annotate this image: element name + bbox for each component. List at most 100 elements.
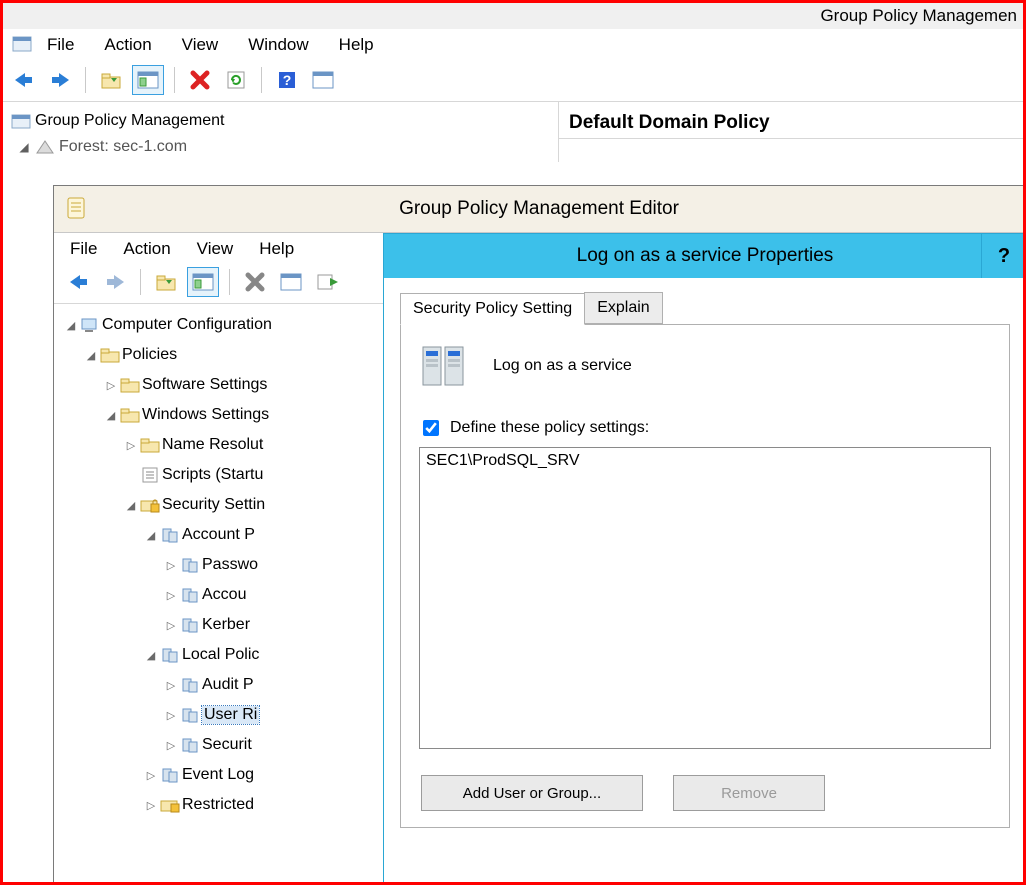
gpm-menu-window[interactable]: Window [248, 35, 308, 55]
policy-name: Log on as a service [493, 357, 632, 375]
tab-page: Log on as a service Define these policy … [400, 324, 1010, 828]
tree-password-policy[interactable]: Passwo [202, 556, 258, 574]
tree-policies[interactable]: Policies [122, 346, 177, 364]
tree-restricted[interactable]: Restricted [182, 796, 254, 814]
forward-button[interactable] [45, 66, 75, 94]
expand-toggle[interactable]: ◢ [124, 499, 138, 512]
tree-kerberos[interactable]: Kerber [202, 616, 250, 634]
add-user-or-group-button[interactable]: Add User or Group... [421, 775, 643, 811]
gpm-menu-help[interactable]: Help [339, 35, 374, 55]
folder-icon [118, 407, 142, 423]
tab-explain[interactable]: Explain [584, 292, 662, 324]
expand-toggle[interactable]: ▷ [164, 619, 178, 632]
tree-software-settings[interactable]: Software Settings [142, 376, 267, 394]
gpme-menu-file[interactable]: File [70, 239, 97, 259]
policy-node-icon [178, 586, 202, 604]
gpme-delete-button[interactable] [240, 268, 270, 296]
folder-icon [118, 377, 142, 393]
help-button[interactable]: ? [272, 66, 302, 94]
expand-toggle[interactable]: ◢ [64, 319, 78, 332]
tree-scripts[interactable]: Scripts (Startu [162, 466, 263, 484]
expand-toggle[interactable]: ◢ [84, 349, 98, 362]
expand-toggle[interactable]: ▷ [164, 679, 178, 692]
gpm-window-title: Group Policy Managemen [820, 6, 1017, 26]
tree-computer-configuration[interactable]: Computer Configuration [102, 316, 272, 334]
policy-node-icon [158, 646, 182, 664]
expand-toggle[interactable]: ◢ [144, 529, 158, 542]
policy-node-icon [158, 526, 182, 544]
expand-toggle[interactable]: ▷ [164, 559, 178, 572]
dialog-title: Log on as a service Properties [577, 245, 834, 267]
dialog-help-button[interactable]: ? [981, 234, 1026, 278]
list-item[interactable]: SEC1\ProdSQL_SRV [426, 452, 984, 470]
tree-windows-settings[interactable]: Windows Settings [142, 406, 269, 424]
gpm-system-icon [11, 33, 33, 55]
dialog-tabs: Security Policy Setting Explain [400, 292, 1010, 324]
gpme-system-icon [64, 195, 88, 223]
gpm-menu-file[interactable]: File [47, 35, 74, 55]
tree-event-log[interactable]: Event Log [182, 766, 254, 784]
expand-toggle[interactable]: ◢ [104, 409, 118, 422]
tree-security-options[interactable]: Securit [202, 736, 252, 754]
expand-toggle[interactable]: ▷ [164, 709, 178, 722]
gpme-up-folder-button[interactable] [151, 268, 181, 296]
policy-node-icon [178, 676, 202, 694]
gpme-forward-button[interactable] [100, 268, 130, 296]
policy-node-icon [178, 556, 202, 574]
expand-toggle[interactable]: ▷ [144, 769, 158, 782]
gpme-window-title: Group Policy Management Editor [399, 198, 679, 220]
gpm-tree-root[interactable]: Group Policy Management [35, 112, 224, 130]
expand-toggle[interactable]: ▷ [124, 439, 138, 452]
expand-toggle[interactable]: ◢ [17, 140, 31, 154]
gpme-menu-help[interactable]: Help [259, 239, 294, 259]
expand-toggle[interactable]: ▷ [164, 739, 178, 752]
security-settings-icon [138, 496, 162, 514]
gpm-tree-forest[interactable]: Forest: sec-1.com [59, 138, 187, 156]
gpm-details-pane: Default Domain Policy [558, 102, 1023, 162]
expand-toggle[interactable]: ▷ [164, 589, 178, 602]
tree-user-rights[interactable]: User Ri [202, 706, 259, 724]
policy-node-icon [178, 616, 202, 634]
tree-security-settings[interactable]: Security Settin [162, 496, 265, 514]
gpme-back-button[interactable] [64, 268, 94, 296]
gpm-tree-pane: Group Policy Management ◢ Forest: sec-1.… [3, 102, 558, 162]
gpm-titlebar: Group Policy Managemen [3, 3, 1023, 29]
gpme-menu-action[interactable]: Action [123, 239, 170, 259]
gpme-menu-view[interactable]: View [197, 239, 234, 259]
tab-security-policy-setting[interactable]: Security Policy Setting [400, 293, 585, 325]
define-settings-label: Define these policy settings: [450, 419, 649, 437]
servers-icon [419, 341, 475, 391]
folder-icon [98, 347, 122, 363]
delete-button[interactable] [185, 66, 215, 94]
tree-local-policies[interactable]: Local Polic [182, 646, 259, 664]
gpme-show-hide-tree-button[interactable] [187, 267, 219, 297]
policy-node-icon [178, 706, 202, 724]
gpm-menu-action[interactable]: Action [104, 35, 151, 55]
computer-config-icon [78, 316, 102, 334]
folder-icon [138, 437, 162, 453]
gpme-tree-pane[interactable]: ◢ Computer Configuration ◢ Policies ▷ Softw… [54, 304, 370, 820]
tree-audit-policy[interactable]: Audit P [202, 676, 254, 694]
dialog-titlebar[interactable]: Log on as a service Properties ? [384, 234, 1026, 278]
show-hide-tree-button[interactable] [132, 65, 164, 95]
gpm-menubar: File Action View Window Help [3, 29, 1023, 63]
tree-account-lockout[interactable]: Accou [202, 586, 246, 604]
remove-button: Remove [673, 775, 825, 811]
refresh-button[interactable] [221, 66, 251, 94]
up-folder-button[interactable] [96, 66, 126, 94]
back-button[interactable] [9, 66, 39, 94]
accounts-listbox[interactable]: SEC1\ProdSQL_SRV [419, 447, 991, 749]
expand-toggle[interactable]: ◢ [144, 649, 158, 662]
expand-toggle[interactable]: ▷ [144, 799, 158, 812]
forest-icon [35, 139, 55, 155]
define-settings-checkbox[interactable] [423, 420, 439, 436]
properties-dialog: Log on as a service Properties ? Securit… [383, 233, 1026, 885]
expand-toggle[interactable]: ▷ [104, 379, 118, 392]
tree-name-resolution[interactable]: Name Resolut [162, 436, 263, 454]
tree-account-policies[interactable]: Account P [182, 526, 255, 544]
properties-button[interactable] [308, 66, 338, 94]
svg-text:?: ? [283, 72, 292, 88]
gpme-properties-button[interactable] [276, 268, 306, 296]
gpme-export-button[interactable] [312, 268, 342, 296]
gpm-menu-view[interactable]: View [182, 35, 219, 55]
